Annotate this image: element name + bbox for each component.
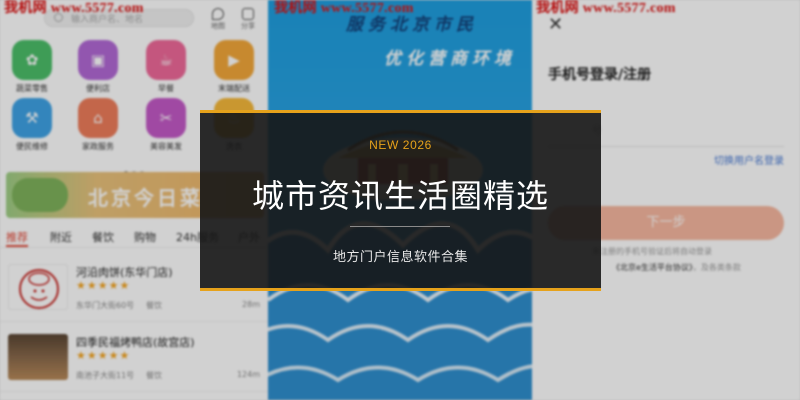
title-overlay-card: NEW 2026 城市资讯生活圈精选 地方门户信息软件合集 xyxy=(200,110,601,291)
new-tag: NEW 2026 xyxy=(369,138,432,152)
screenshot-stage: 输入商户名、地名 地图 分享 我机网 www.5577.com ✿ 蔬菜零售 ▣… xyxy=(0,0,800,400)
overlay-subtitle: 地方门户信息软件合集 xyxy=(332,250,468,265)
overlay-title: 城市资讯生活圈精选 xyxy=(251,177,549,215)
divider xyxy=(350,226,450,227)
